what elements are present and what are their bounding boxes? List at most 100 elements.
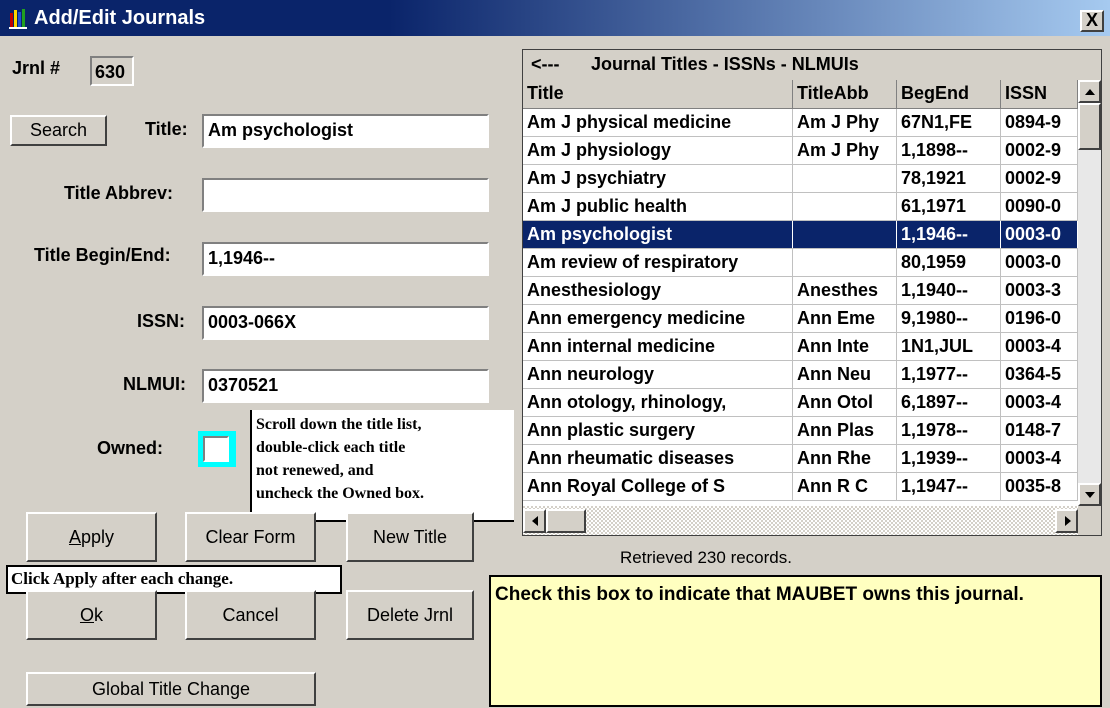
scroll-up-button[interactable] — [1078, 80, 1101, 103]
clear-form-button-label: Clear Form — [205, 527, 296, 547]
grid-caption-arrow[interactable]: <--- — [531, 50, 560, 78]
cell-issn: 0196-0 — [1001, 305, 1078, 332]
table-row[interactable]: Ann Royal College of S Ann R C 1,1947-- 003… — [523, 473, 1078, 501]
scroll-left-button[interactable] — [523, 509, 546, 533]
nlmui-input[interactable]: 0370521 — [202, 369, 489, 403]
cancel-button[interactable]: Cancel — [185, 590, 316, 640]
close-button[interactable]: X — [1080, 10, 1104, 32]
cell-issn: 0002-9 — [1001, 137, 1078, 164]
cell-begend: 9,1980-- — [897, 305, 1001, 332]
table-row[interactable]: Am review of respiratory 80,1959 0003-0 — [523, 249, 1078, 277]
cell-titleabb: Ann Plas — [793, 417, 897, 444]
note-line: uncheck the Owned box. — [256, 485, 425, 502]
title-abbrev-label: Title Abbrev: — [64, 183, 174, 203]
table-row[interactable]: Am J physical medicine Am J Phy 67N1,FE 089… — [523, 109, 1078, 137]
table-row[interactable]: Ann plastic surgery Ann Plas 1,1978-- 0148-… — [523, 417, 1078, 445]
vertical-scrollbar[interactable] — [1078, 80, 1101, 506]
delete-journal-button-label: Delete Jrnl — [366, 605, 454, 625]
cancel-button-label: Cancel — [222, 605, 279, 625]
cell-title: Am J physiology — [523, 137, 793, 164]
cell-titleabb: Ann R C — [793, 473, 897, 500]
cell-title: Anesthesiology — [523, 277, 793, 304]
cell-begend: 61,1971 — [897, 193, 1001, 220]
title-abbrev-input[interactable] — [202, 178, 489, 212]
column-header-title[interactable]: Title — [523, 80, 793, 108]
table-row[interactable]: Ann otology, rhinology, Ann Otol 6,1897-- 0… — [523, 389, 1078, 417]
cell-title: Am J physical medicine — [523, 109, 793, 136]
issn-input[interactable]: 0003-066X — [202, 306, 489, 340]
table-row[interactable]: Am psychologist 1,1946-- 0003-0 — [523, 221, 1078, 249]
column-header-issn[interactable]: ISSN — [1001, 80, 1078, 108]
table-row[interactable]: Ann neurology Ann Neu 1,1977-- 0364-5 — [523, 361, 1078, 389]
scroll-instructions-note: Scroll down the title list, double-click… — [250, 410, 514, 522]
horizontal-scroll-thumb[interactable] — [546, 509, 586, 533]
journal-titles-grid[interactable]: <--- Journal Titles - ISSNs - NLMUIs Tit… — [522, 49, 1102, 536]
close-icon: X — [1085, 10, 1098, 30]
cell-title: Ann emergency medicine — [523, 305, 793, 332]
ok-button[interactable]: Ok — [26, 590, 157, 640]
table-row[interactable]: Am J public health 61,1971 0090-0 — [523, 193, 1078, 221]
scroll-right-button[interactable] — [1055, 509, 1078, 533]
cell-begend: 1,1977-- — [897, 361, 1001, 388]
jrnl-number-label: Jrnl # — [12, 58, 61, 78]
cell-issn: 0035-8 — [1001, 473, 1078, 500]
column-header-begend[interactable]: BegEnd — [897, 80, 1001, 108]
cell-begend: 78,1921 — [897, 165, 1001, 192]
cell-begend: 1,1898-- — [897, 137, 1001, 164]
cell-title: Ann plastic surgery — [523, 417, 793, 444]
cell-titleabb — [793, 193, 897, 220]
table-row[interactable]: Am J psychiatry 78,1921 0002-9 — [523, 165, 1078, 193]
cell-title: Ann Royal College of S — [523, 473, 793, 500]
table-row[interactable]: Ann internal medicine Ann Inte 1N1,JUL 0003… — [523, 333, 1078, 361]
cell-titleabb: Ann Otol — [793, 389, 897, 416]
add-edit-journals-window: Add/Edit Journals X Jrnl # 630 Search Ti… — [0, 0, 1110, 708]
cell-issn: 0003-0 — [1001, 249, 1078, 276]
vertical-scroll-thumb[interactable] — [1078, 103, 1101, 150]
cell-titleabb: Am J Phy — [793, 109, 897, 136]
title-begin-end-input[interactable]: 1,1946-- — [202, 242, 489, 276]
table-row[interactable]: Ann emergency medicine Ann Eme 9,1980-- 019… — [523, 305, 1078, 333]
grid-header: Title TitleAbb BegEnd ISSN — [523, 80, 1078, 109]
cell-begend: 1,1946-- — [897, 221, 1001, 248]
title-input[interactable]: Am psychologist — [202, 114, 489, 148]
cell-issn: 0003-4 — [1001, 445, 1078, 472]
cell-title: Am J psychiatry — [523, 165, 793, 192]
jrnl-number-value: 630 — [90, 56, 134, 86]
cell-title: Am psychologist — [523, 221, 793, 248]
cell-title: Ann neurology — [523, 361, 793, 388]
global-title-change-button[interactable]: Global Title Change — [26, 672, 316, 706]
title-bar[interactable]: Add/Edit Journals X — [0, 0, 1110, 36]
delete-journal-button[interactable]: Delete Jrnl — [346, 590, 474, 640]
cell-issn: 0003-4 — [1001, 389, 1078, 416]
cell-issn: 0090-0 — [1001, 193, 1078, 220]
clear-form-button[interactable]: Clear Form — [185, 512, 316, 562]
cell-issn: 0003-3 — [1001, 277, 1078, 304]
owned-checkbox[interactable] — [203, 436, 229, 462]
records-status-text: Retrieved 230 records. — [620, 548, 792, 567]
cell-title: Am J public health — [523, 193, 793, 220]
table-row[interactable]: Ann rheumatic diseases Ann Rhe 1,1939-- 000… — [523, 445, 1078, 473]
table-row[interactable]: Am J physiology Am J Phy 1,1898-- 0002-9 — [523, 137, 1078, 165]
cell-titleabb: Ann Neu — [793, 361, 897, 388]
cell-begend: 80,1959 — [897, 249, 1001, 276]
grid-caption-text: Journal Titles - ISSNs - NLMUIs — [591, 54, 859, 74]
cell-begend: 6,1897-- — [897, 389, 1001, 416]
cell-title: Ann rheumatic diseases — [523, 445, 793, 472]
cell-issn: 0002-9 — [1001, 165, 1078, 192]
column-header-titleabb[interactable]: TitleAbb — [793, 80, 897, 108]
horizontal-scrollbar[interactable] — [523, 506, 1078, 535]
ok-button-label: Ok — [79, 605, 103, 625]
window-title: Add/Edit Journals — [34, 7, 206, 29]
apply-button[interactable]: Apply — [26, 512, 157, 562]
search-button[interactable]: Search — [10, 115, 107, 146]
cell-titleabb: Ann Rhe — [793, 445, 897, 472]
scroll-down-button[interactable] — [1078, 483, 1101, 506]
table-row[interactable]: Anesthesiology Anesthes 1,1940-- 0003-3 — [523, 277, 1078, 305]
new-title-button[interactable]: New Title — [346, 512, 474, 562]
cell-issn: 0003-0 — [1001, 221, 1078, 248]
cell-issn: 0003-4 — [1001, 333, 1078, 360]
cell-title: Ann otology, rhinology, — [523, 389, 793, 416]
note-line: Scroll down the title list, — [256, 416, 422, 433]
cell-titleabb: Anesthes — [793, 277, 897, 304]
help-text-box: Check this box to indicate that MAUBET o… — [489, 575, 1102, 707]
